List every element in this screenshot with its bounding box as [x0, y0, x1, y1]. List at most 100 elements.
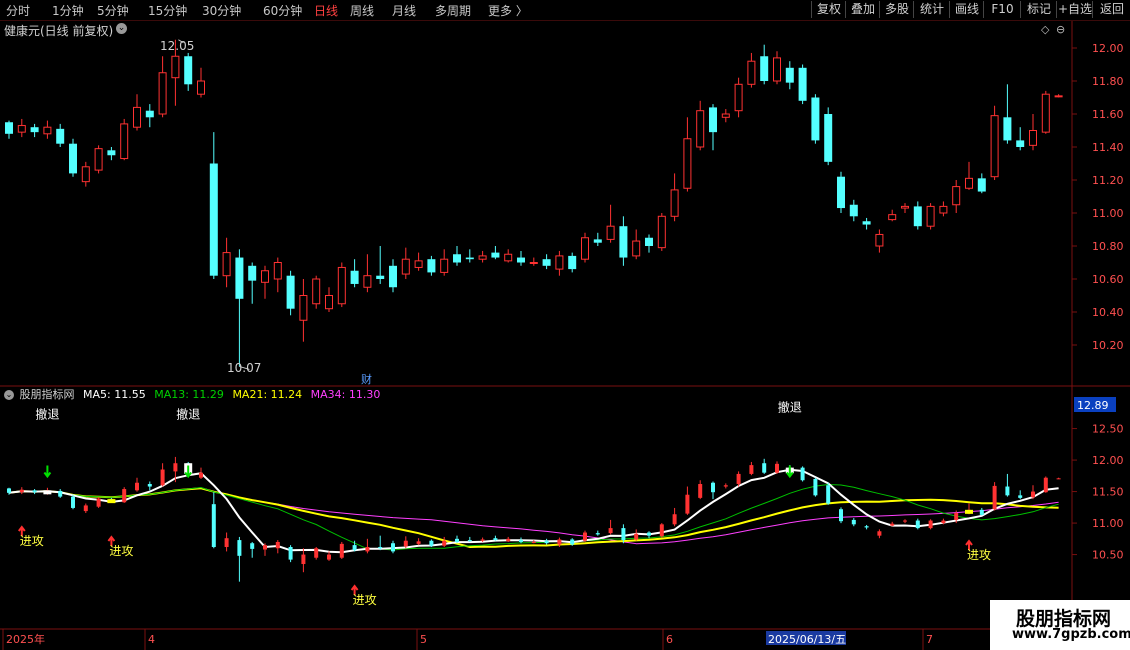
candle-body[interactable]	[837, 176, 845, 209]
candle-body[interactable]	[350, 270, 359, 284]
candle-body[interactable]	[721, 113, 730, 118]
candle-body[interactable]	[824, 114, 833, 162]
candle-body[interactable]	[261, 270, 269, 283]
candle-body[interactable]	[568, 255, 577, 270]
period-5[interactable]: 60分钟	[263, 2, 302, 19]
candle-body[interactable]	[593, 239, 602, 243]
kline-chart[interactable]: 12.00 11.80 11.60 11.40 11.20 11.00 10.80 10.60…	[0, 21, 1130, 650]
chart-menu-icon[interactable]: ⌄	[116, 23, 127, 34]
candle-body[interactable]	[657, 215, 666, 249]
candle-body[interactable]	[1003, 117, 1012, 141]
candle-body[interactable]	[670, 189, 679, 217]
candle-body[interactable]	[939, 205, 948, 214]
candle-body[interactable]	[337, 266, 346, 305]
candle-body[interactable]	[1054, 95, 1063, 98]
finance-marker[interactable]: 财	[361, 371, 372, 387]
candle-body[interactable]	[312, 278, 321, 305]
candle-body[interactable]	[811, 97, 820, 141]
toolbar-button-0[interactable]: 复权	[811, 1, 846, 18]
candle-body[interactable]	[683, 138, 692, 189]
candle-body[interactable]	[363, 275, 372, 288]
candle-body[interactable]	[376, 275, 385, 279]
period-10[interactable]: 更多 〉	[488, 2, 528, 19]
candle-body[interactable]	[69, 143, 77, 174]
candle-body[interactable]	[209, 163, 218, 276]
period-1[interactable]: 1分钟	[52, 2, 84, 19]
candle-body[interactable]	[158, 72, 167, 115]
collapse-icon[interactable]: ⊖	[1056, 23, 1065, 36]
toolbar-button-1[interactable]: 叠加	[845, 1, 880, 18]
candle-body[interactable]	[709, 107, 717, 133]
candle-body[interactable]	[606, 225, 615, 240]
candle-body[interactable]	[581, 237, 589, 260]
candle-body[interactable]	[952, 186, 961, 206]
candle-body[interactable]	[401, 258, 410, 275]
toolbar-button-5[interactable]: F10	[983, 1, 1021, 18]
candle-body[interactable]	[555, 255, 564, 270]
candle-body[interactable]	[926, 205, 935, 227]
candle-body[interactable]	[171, 55, 180, 79]
candle-body[interactable]	[197, 80, 205, 95]
candle-body[interactable]	[94, 148, 103, 171]
candle-body[interactable]	[529, 262, 538, 264]
candle-body[interactable]	[107, 150, 116, 156]
toolbar-button-7[interactable]: +自选	[1056, 1, 1093, 18]
candle-body[interactable]	[286, 275, 295, 309]
candle-body[interactable]	[30, 127, 39, 133]
candle-body[interactable]	[56, 128, 65, 144]
candle-body[interactable]	[478, 255, 487, 260]
candle-body[interactable]	[504, 253, 513, 262]
candle-body[interactable]	[990, 115, 999, 178]
toolbar-button-4[interactable]: 画线	[949, 1, 984, 18]
candle-body[interactable]	[645, 237, 653, 246]
period-3[interactable]: 15分钟	[148, 2, 187, 19]
candle-body[interactable]	[120, 123, 129, 160]
candle-body[interactable]	[248, 265, 257, 281]
candle-body[interactable]	[440, 258, 449, 273]
candle-body[interactable]	[760, 56, 769, 81]
toolbar-button-3[interactable]: 统计	[913, 1, 950, 18]
period-0[interactable]: 分时	[6, 2, 30, 19]
candle-body[interactable]	[325, 295, 333, 310]
candle-body[interactable]	[1016, 140, 1025, 147]
toolbar-button-8[interactable]: 返回	[1092, 1, 1130, 18]
candle-body[interactable]	[5, 122, 13, 134]
candle-body[interactable]	[747, 60, 756, 85]
candle-body[interactable]	[491, 252, 500, 258]
period-2[interactable]: 5分钟	[97, 2, 129, 19]
toolbar-button-6[interactable]: 标记	[1020, 1, 1057, 18]
candle-body[interactable]	[1041, 93, 1050, 133]
candle-body[interactable]	[43, 126, 52, 135]
candle-body[interactable]	[977, 178, 986, 192]
candle-body[interactable]	[273, 262, 282, 280]
candle-body[interactable]	[299, 295, 308, 321]
candle-body[interactable]	[184, 56, 193, 85]
candle-body[interactable]	[901, 205, 909, 209]
candle-body[interactable]	[888, 214, 897, 221]
candle-body[interactable]	[849, 204, 858, 217]
candle-body[interactable]	[414, 260, 423, 268]
candle-body[interactable]	[81, 166, 90, 183]
candle-body[interactable]	[133, 106, 141, 128]
period-9[interactable]: 多周期	[435, 2, 471, 19]
candle-body[interactable]	[875, 233, 884, 247]
period-6[interactable]: 日线	[314, 2, 338, 19]
candle-body[interactable]	[145, 110, 154, 118]
candle-body[interactable]	[632, 240, 641, 257]
candle-body[interactable]	[517, 257, 525, 263]
candle-body[interactable]	[862, 221, 871, 225]
indicator-menu-icon[interactable]: ⌄	[4, 390, 14, 400]
candle-body[interactable]	[1029, 130, 1037, 146]
candle-body[interactable]	[222, 252, 231, 277]
candle-body[interactable]	[235, 257, 244, 299]
candle-body[interactable]	[913, 206, 922, 227]
candle-body[interactable]	[965, 177, 973, 189]
toolbar-button-2[interactable]: 多股	[879, 1, 914, 18]
candle-body[interactable]	[773, 57, 781, 82]
period-4[interactable]: 30分钟	[202, 2, 241, 19]
candle-body[interactable]	[17, 125, 26, 133]
candle-body[interactable]	[465, 257, 474, 260]
candle-body[interactable]	[734, 83, 743, 112]
candle-body[interactable]	[785, 67, 794, 83]
candle-body[interactable]	[427, 259, 436, 273]
